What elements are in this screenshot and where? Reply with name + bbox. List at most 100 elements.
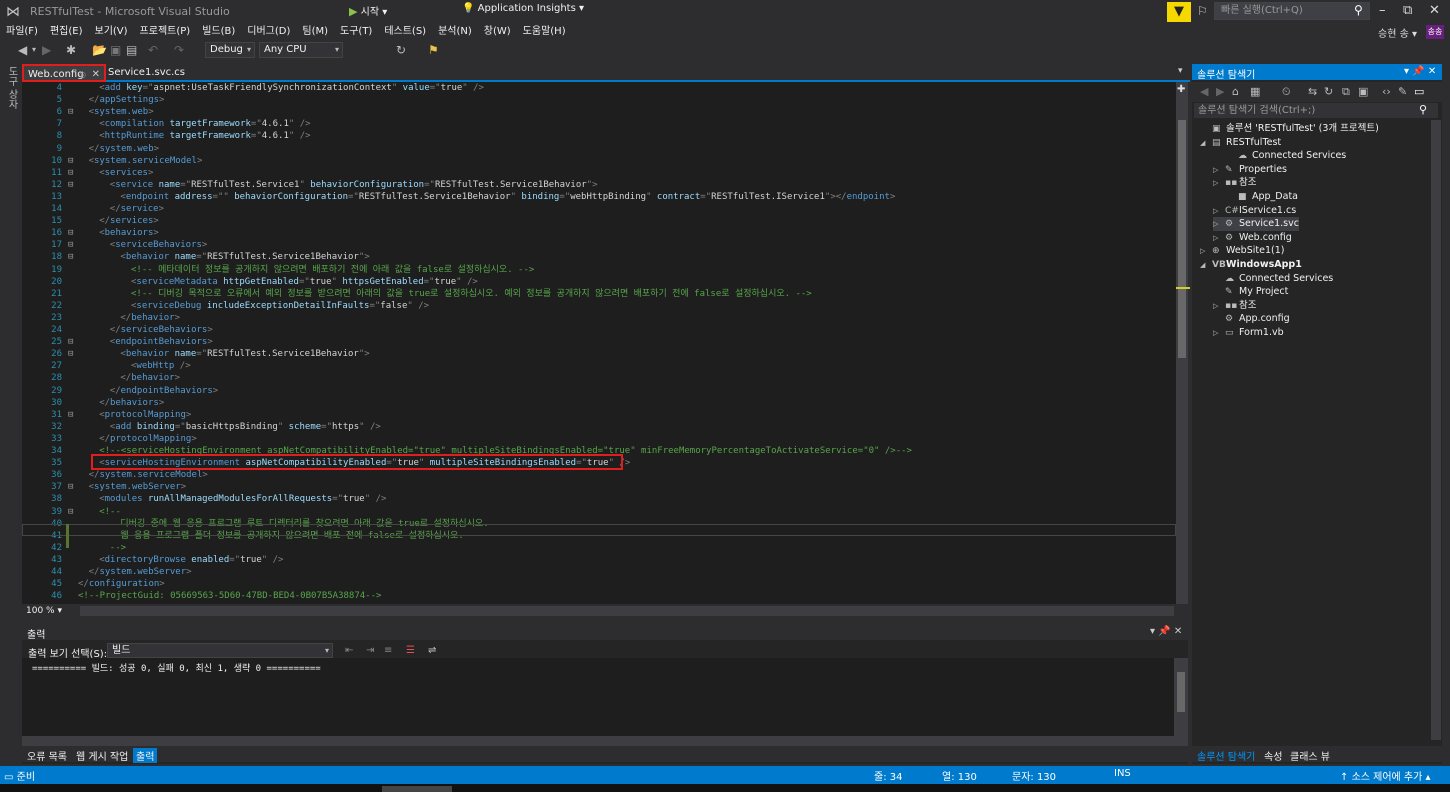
redo-icon[interactable]: ↷ xyxy=(174,43,184,57)
tab-web-config[interactable]: Web.config ◎ ✕ xyxy=(22,64,106,82)
fold-toggle-icon[interactable]: ⊟ xyxy=(68,348,73,360)
application-insights-button[interactable]: 💡 Application Insights ▾ xyxy=(462,3,584,14)
tab-list-dropdown-icon[interactable]: ▾ xyxy=(1178,66,1183,76)
word-wrap-icon[interactable]: ⇌ xyxy=(428,645,436,656)
tree-item[interactable]: ▷ ✎ Properties xyxy=(1213,163,1287,177)
view-code-icon[interactable]: ‹› xyxy=(1382,85,1391,98)
menu-item-11[interactable]: 도움말(H) xyxy=(517,24,572,40)
menu-item-4[interactable]: 빌드(B) xyxy=(196,24,241,40)
home-icon[interactable]: ⌂ xyxy=(1232,85,1239,98)
taskbar-active-item[interactable] xyxy=(382,786,452,792)
open-file-icon[interactable]: 📂 xyxy=(92,43,107,57)
editor-horizontal-scrollbar[interactable] xyxy=(80,606,1174,616)
tree-item[interactable]: ▷ ▪▪ 참조 xyxy=(1213,299,1256,313)
start-button[interactable]: ▶ 시작 ▾ xyxy=(349,3,387,18)
collapsed-arrow-icon[interactable]: ▷ xyxy=(1213,164,1225,178)
quick-launch-input[interactable]: 빠른 실행(Ctrl+Q) xyxy=(1214,2,1370,20)
menu-item-7[interactable]: 도구(T) xyxy=(334,24,378,40)
output-window-controls[interactable]: ▾ 📌 ✕ xyxy=(1150,626,1182,637)
fold-toggle-icon[interactable]: ⊟ xyxy=(68,481,73,493)
tab-web-publish[interactable]: 웹 게시 작업 xyxy=(76,748,128,763)
tree-item[interactable]: ▷ ▪▪ 참조 xyxy=(1213,176,1256,190)
new-project-icon[interactable]: ✱ xyxy=(66,43,76,57)
output-horizontal-scrollbar[interactable] xyxy=(22,736,1188,746)
fold-toggle-icon[interactable]: ⊟ xyxy=(68,155,73,167)
browser-link-icon[interactable]: ⚑ xyxy=(428,43,439,57)
back-icon[interactable]: ◀ xyxy=(18,43,27,57)
show-all-files-icon[interactable]: ▣ xyxy=(1358,85,1368,98)
fold-toggle-icon[interactable]: ⊟ xyxy=(68,239,73,251)
tree-item[interactable]: ▷ ⚙ Web.config xyxy=(1213,231,1292,245)
fold-toggle-icon[interactable]: ⊟ xyxy=(68,179,73,191)
menu-item-2[interactable]: 보기(V) xyxy=(89,24,134,40)
tree-item[interactable]: ☁ Connected Services xyxy=(1213,272,1333,286)
clear-all-icon[interactable]: ☰ xyxy=(406,645,415,656)
chevron-down-icon[interactable]: ▾ xyxy=(32,45,36,54)
avatar[interactable]: 송송 xyxy=(1426,25,1444,39)
tree-item[interactable]: ▷ ⊕ WebSite1(1) xyxy=(1200,244,1284,258)
expanded-arrow-icon[interactable]: ◢ xyxy=(1200,137,1212,151)
collapsed-arrow-icon[interactable]: ▷ xyxy=(1213,232,1225,246)
tree-item[interactable]: ▣ 솔루션 'RESTfulTest' (3개 프로젝트) xyxy=(1200,122,1379,136)
fold-toggle-icon[interactable]: ⊟ xyxy=(68,409,73,421)
sync-icon[interactable]: ⇆ xyxy=(1308,85,1317,98)
menu-item-10[interactable]: 창(W) xyxy=(478,24,517,40)
collapsed-arrow-icon[interactable]: ▷ xyxy=(1213,177,1225,191)
menu-item-5[interactable]: 디버그(D) xyxy=(241,24,296,40)
tab-error-list[interactable]: 오류 목록 xyxy=(27,748,67,763)
code-editor[interactable]: 4 <add key="aspnet:UseTaskFriendlySynchro… xyxy=(22,82,1176,604)
fold-toggle-icon[interactable]: ⊟ xyxy=(68,251,73,263)
fold-toggle-icon[interactable]: ⊟ xyxy=(68,167,73,179)
save-icon[interactable]: ▣ xyxy=(110,43,121,57)
tab-output[interactable]: 출력 xyxy=(133,748,158,763)
fold-toggle-icon[interactable]: ⊟ xyxy=(68,106,73,118)
toolbox-tab[interactable]: 도구 상자 xyxy=(4,66,19,109)
collapsed-arrow-icon[interactable]: ▷ xyxy=(1213,218,1225,232)
editor-scroll-thumb[interactable] xyxy=(1178,120,1186,358)
tree-item[interactable]: ▷ ⚙ Service1.svc xyxy=(1213,217,1299,231)
goto-next-icon[interactable]: ⇥ xyxy=(366,645,374,656)
tree-item[interactable]: ✎ My Project xyxy=(1213,285,1288,299)
preview-icon[interactable]: ▭ xyxy=(1414,85,1424,98)
platform-select[interactable]: Any CPU ▾ xyxy=(259,42,343,58)
tab-solution-explorer[interactable]: 솔루션 탐색기 xyxy=(1197,748,1255,763)
goto-previous-icon[interactable]: ⇤ xyxy=(345,645,353,656)
refresh-icon[interactable]: ↻ xyxy=(1324,85,1333,98)
collapsed-arrow-icon[interactable]: ▷ xyxy=(1213,205,1225,219)
menu-item-1[interactable]: 편집(E) xyxy=(44,24,89,40)
menu-item-0[interactable]: 파일(F) xyxy=(0,24,44,40)
fold-toggle-icon[interactable]: ⊟ xyxy=(68,336,73,348)
save-all-icon[interactable]: ▤ xyxy=(126,43,137,57)
search-icon[interactable]: ⚲ xyxy=(1419,103,1427,116)
switch-views-icon[interactable]: ▦ xyxy=(1250,85,1260,98)
expanded-arrow-icon[interactable]: ◢ xyxy=(1200,259,1212,273)
menu-item-8[interactable]: 테스트(S) xyxy=(378,24,432,40)
menu-item-3[interactable]: 프로젝트(P) xyxy=(134,24,197,40)
back-icon[interactable]: ◀ xyxy=(1200,85,1208,98)
solution-explorer-search-input[interactable]: 솔루션 탐색기 검색(Ctrl+;) xyxy=(1194,103,1438,118)
collapsed-arrow-icon[interactable]: ▷ xyxy=(1200,245,1212,259)
feedback-icon[interactable]: ⚐ xyxy=(1197,4,1208,18)
tree-item[interactable]: ◢ VBWindowsApp1 xyxy=(1200,258,1302,272)
output-source-select[interactable]: 빌드 ▾ xyxy=(107,643,333,658)
tree-item[interactable]: ▷ ▭ Form1.vb xyxy=(1213,326,1284,340)
menu-item-6[interactable]: 팀(M) xyxy=(296,24,334,40)
output-scroll-thumb[interactable] xyxy=(1177,672,1185,712)
forward-icon[interactable]: ▶ xyxy=(42,43,51,57)
notification-filter-icon[interactable]: ▼ xyxy=(1167,2,1191,22)
restore-button[interactable]: ⧉ xyxy=(1403,3,1412,18)
find-icon[interactable]: ≡ xyxy=(384,645,392,656)
solution-explorer-scrollbar[interactable] xyxy=(1431,120,1441,740)
user-name[interactable]: 승현 송 ▾ xyxy=(1378,25,1417,40)
fold-toggle-icon[interactable]: ⊟ xyxy=(68,227,73,239)
configuration-select[interactable]: Debug ▾ xyxy=(205,42,255,58)
add-to-source-control-button[interactable]: ↑ 소스 제어에 추가 ▴ xyxy=(1340,768,1431,783)
collapsed-arrow-icon[interactable]: ▷ xyxy=(1213,300,1225,314)
undo-icon[interactable]: ↶ xyxy=(148,43,158,57)
split-editor-icon[interactable]: ✚ xyxy=(1177,84,1185,95)
tree-item[interactable]: ☁ Connected Services xyxy=(1226,149,1346,163)
tree-item[interactable]: ⚙ App.config xyxy=(1213,312,1290,326)
fold-toggle-icon[interactable]: ⊟ xyxy=(68,506,73,518)
close-button[interactable]: ✕ xyxy=(1429,3,1440,18)
collapsed-arrow-icon[interactable]: ▷ xyxy=(1213,327,1225,341)
